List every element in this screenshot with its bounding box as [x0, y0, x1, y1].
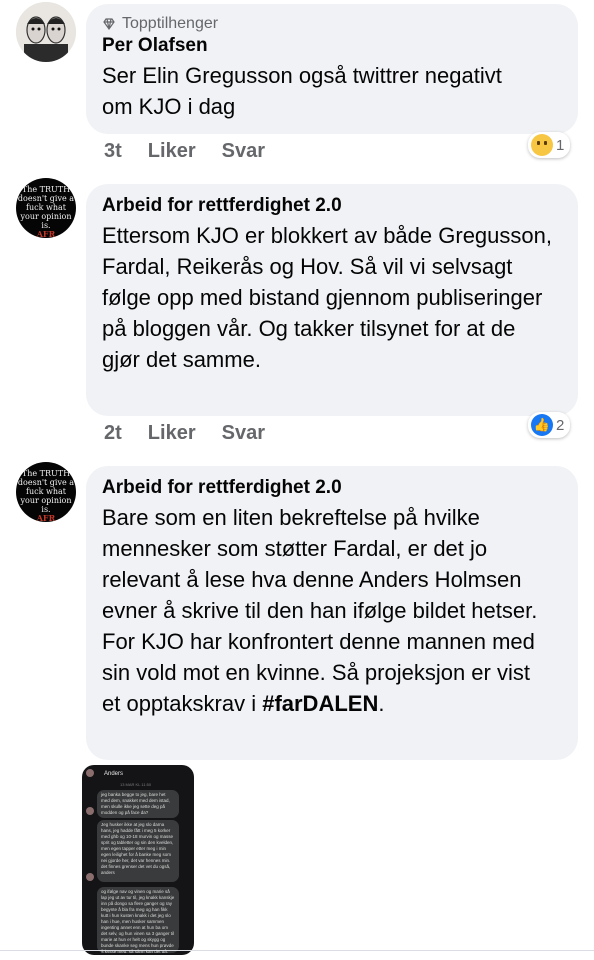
comment-bubble-1: Topptilhenger Per Olafsen Ser Elin Gregu… [86, 4, 578, 134]
sad-reaction-icon [531, 134, 553, 156]
avatar-arbeid-for-rettferdighet[interactable]: The TRUTH doesn't give a fuck what your … [16, 462, 76, 522]
avatar-motto: The TRUTH doesn't give a fuck what your … [17, 185, 75, 238]
comment-author[interactable]: Arbeid for rettferdighet 2.0 [102, 476, 560, 500]
comment-text: Bare som en liten bekreftelse på hvilke … [102, 505, 538, 716]
chat-contact-name: Anders [104, 771, 124, 777]
top-fan-badge: Topptilhenger [102, 14, 560, 34]
avatar-motto: The TRUTH doesn't give a fuck what your … [17, 469, 75, 522]
timestamp[interactable]: 2t [104, 422, 122, 445]
chat-timestamp: 13 MAR KL 11:50 [120, 782, 152, 787]
reply-button[interactable]: Svar [222, 140, 265, 163]
comment-text: Ser Elin Gregusson også twittrer negativ… [102, 63, 502, 119]
comment-bubble-3: Arbeid for rettferdighet 2.0 Bare som en… [86, 466, 578, 760]
chat-message: jeg banka begge to jeg, bare het med dem… [97, 790, 179, 818]
avatar-per-olafsen[interactable] [16, 2, 76, 62]
comment-actions: 2t Liker Svar [104, 422, 265, 445]
reply-button[interactable]: Svar [222, 422, 265, 445]
divider [0, 950, 594, 951]
chat-message: Jeg husker ikke at jeg slo darna hans, j… [97, 820, 179, 882]
diamond-icon [103, 18, 115, 31]
like-button[interactable]: Liker [148, 422, 196, 445]
comment-actions: 3t Liker Svar [104, 140, 265, 163]
comment-author[interactable]: Per Olafsen [102, 34, 560, 58]
reaction-summary[interactable]: 1 [528, 132, 571, 158]
reaction-summary[interactable]: 👍 2 [528, 412, 571, 438]
profile-photo-icon [16, 2, 76, 62]
chat-avatar [86, 873, 94, 881]
comment-text: Ettersom KJO er blokkert av både Greguss… [102, 223, 552, 372]
timestamp[interactable]: 3t [104, 140, 122, 163]
reaction-count: 2 [556, 416, 565, 434]
like-button[interactable]: Liker [148, 140, 196, 163]
hashtag-link[interactable]: #farDALEN [262, 691, 378, 716]
avatar-arbeid-for-rettferdighet[interactable]: The TRUTH doesn't give a fuck what your … [16, 178, 76, 238]
comment-bubble-2: Arbeid for rettferdighet 2.0 Ettersom KJ… [86, 184, 578, 416]
chat-avatar [86, 769, 94, 777]
chat-message: og ifølge nav og vinen og marie så lap j… [97, 887, 179, 953]
thumbs-up-reaction-icon: 👍 [531, 414, 553, 436]
comment-author[interactable]: Arbeid for rettferdighet 2.0 [102, 194, 560, 218]
reaction-count: 1 [556, 136, 565, 154]
attached-chat-screenshot[interactable]: Anders 13 MAR KL 11:50 jeg banka begge t… [82, 765, 194, 955]
badge-label: Topptilhenger [122, 15, 219, 32]
chat-avatar [86, 807, 94, 815]
